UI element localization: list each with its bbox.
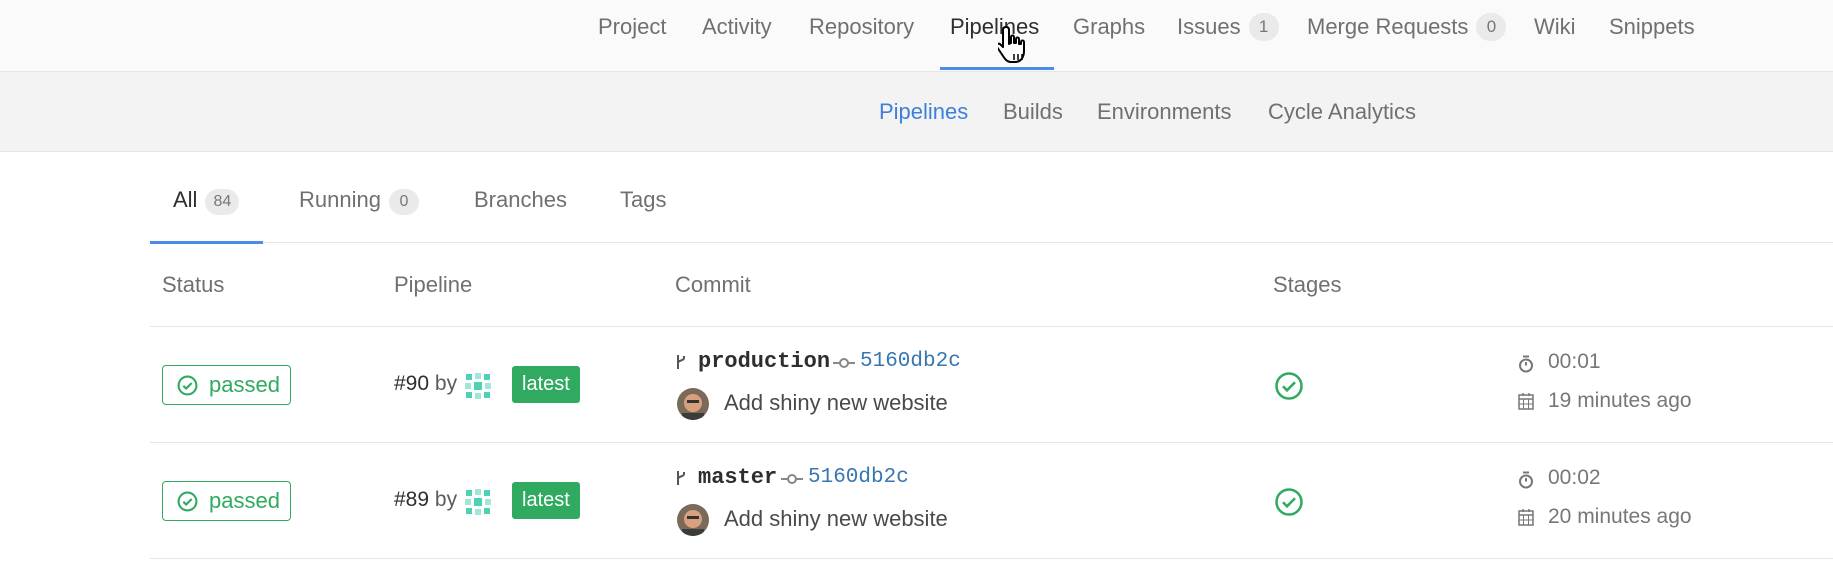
nav-graphs[interactable]: Graphs	[1073, 0, 1145, 72]
subnav-cycle-analytics[interactable]: Cycle Analytics	[1268, 72, 1416, 152]
tab-running[interactable]: Running 0	[299, 152, 419, 243]
pipeline-id: #89 by	[394, 480, 457, 520]
tab-running-count: 0	[388, 189, 419, 215]
nav-wiki[interactable]: Wiki	[1534, 0, 1576, 72]
tab-running-label: Running	[299, 187, 381, 212]
subnav-environments[interactable]: Environments	[1097, 72, 1232, 152]
commit-title-link[interactable]: Add shiny new website	[724, 503, 948, 535]
tab-all[interactable]: All 84	[149, 152, 264, 244]
table-row: passed #90 by latest production 5160db2c…	[150, 327, 1833, 443]
status-label: passed	[209, 372, 280, 397]
pipeline-scope-tabs: All 84 Running 0 Branches Tags	[149, 152, 1833, 244]
branch-link[interactable]: master	[698, 463, 777, 493]
user-avatar[interactable]	[463, 371, 493, 401]
header-commit: Commit	[675, 272, 751, 297]
status-badge[interactable]: passed	[162, 481, 291, 521]
calendar-icon	[1518, 509, 1534, 526]
nav-issues[interactable]: Issues 1	[1177, 0, 1279, 72]
user-avatar[interactable]	[463, 487, 493, 517]
branch-icon	[677, 355, 685, 369]
pipeline-by-label: by	[434, 372, 458, 395]
stopwatch-icon	[1519, 471, 1533, 489]
merge-requests-count-badge: 0	[1476, 13, 1507, 41]
header-stages: Stages	[1273, 272, 1342, 297]
status-label: passed	[209, 488, 280, 513]
check-circle-icon	[177, 491, 198, 512]
nav-repository[interactable]: Repository	[809, 0, 914, 72]
nav-issues-label: Issues	[1177, 14, 1241, 39]
nav-project[interactable]: Project	[598, 0, 666, 72]
status-badge[interactable]: passed	[162, 365, 291, 405]
pipeline-id: #90 by	[394, 364, 457, 404]
nav-merge-requests-label: Merge Requests	[1307, 14, 1469, 39]
table-row: passed #89 by latest master 5160db2c Add…	[150, 443, 1833, 559]
nav-activity[interactable]: Activity	[702, 0, 772, 72]
tab-all-label: All	[173, 187, 198, 212]
stage-passed-icon[interactable]	[1274, 487, 1304, 517]
tab-tags[interactable]: Tags	[620, 152, 666, 243]
commit-icon	[833, 358, 855, 368]
subnav-builds[interactable]: Builds	[1003, 72, 1063, 152]
stopwatch-icon	[1519, 355, 1533, 373]
commit-sha-link[interactable]: 5160db2c	[860, 347, 961, 377]
tab-all-count: 84	[205, 189, 240, 215]
author-avatar[interactable]	[677, 504, 709, 536]
nav-merge-requests[interactable]: Merge Requests 0	[1307, 0, 1507, 72]
branch-icon	[677, 471, 685, 485]
subnav-pipelines[interactable]: Pipelines	[879, 72, 968, 152]
header-status: Status	[162, 272, 225, 297]
commit-sha-link[interactable]: 5160db2c	[808, 463, 909, 493]
header-pipeline: Pipeline	[394, 272, 473, 297]
commit-icon	[781, 474, 803, 484]
pipeline-link[interactable]: #89	[394, 488, 429, 511]
author-avatar[interactable]	[677, 388, 709, 420]
hand-pointer-icon	[998, 26, 1025, 63]
pipeline-finished-time: 20 minutes ago	[1548, 505, 1692, 528]
tab-branches[interactable]: Branches	[474, 152, 567, 243]
check-circle-icon	[177, 375, 198, 396]
latest-badge: latest	[512, 482, 580, 519]
latest-badge: latest	[512, 366, 580, 403]
pipeline-by-label: by	[434, 488, 458, 511]
stage-passed-icon[interactable]	[1274, 371, 1304, 401]
pipeline-finished-time: 19 minutes ago	[1548, 389, 1692, 412]
issues-count-badge: 1	[1248, 13, 1279, 41]
nav-snippets[interactable]: Snippets	[1609, 0, 1695, 72]
calendar-icon	[1518, 393, 1534, 410]
table-header: Status Pipeline Commit Stages	[150, 243, 1833, 327]
top-navigation: Project Activity Repository Pipelines Gr…	[0, 0, 1833, 72]
pipeline-link[interactable]: #90	[394, 372, 429, 395]
sub-navigation: Pipelines Builds Environments Cycle Anal…	[0, 72, 1833, 152]
pipeline-duration: 00:01	[1548, 350, 1601, 373]
branch-link[interactable]: production	[698, 347, 830, 377]
commit-title-link[interactable]: Add shiny new website	[724, 387, 948, 419]
pipeline-duration: 00:02	[1548, 466, 1601, 489]
